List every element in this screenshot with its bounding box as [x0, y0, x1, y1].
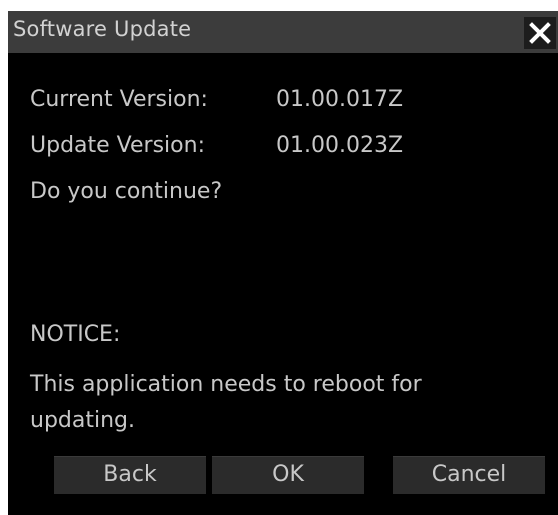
update-version-value: 01.00.023Z: [276, 133, 404, 158]
close-icon: [529, 22, 551, 44]
cancel-button[interactable]: Cancel: [393, 456, 545, 494]
current-version-value: 01.00.017Z: [276, 87, 404, 112]
close-button[interactable]: [524, 17, 556, 49]
dialog-title: Software Update: [13, 17, 192, 41]
dialog-titlebar: Software Update: [8, 11, 558, 53]
software-update-dialog: Software Update Current Version: 01.00.0…: [8, 11, 558, 515]
back-button[interactable]: Back: [54, 456, 206, 494]
notice-heading: NOTICE:: [30, 322, 121, 347]
current-version-label: Current Version:: [30, 87, 208, 112]
continue-prompt: Do you continue?: [30, 179, 223, 204]
notice-message: This application needs to reboot for upd…: [30, 372, 422, 433]
ok-button[interactable]: OK: [212, 456, 364, 494]
update-version-label: Update Version:: [30, 133, 205, 158]
